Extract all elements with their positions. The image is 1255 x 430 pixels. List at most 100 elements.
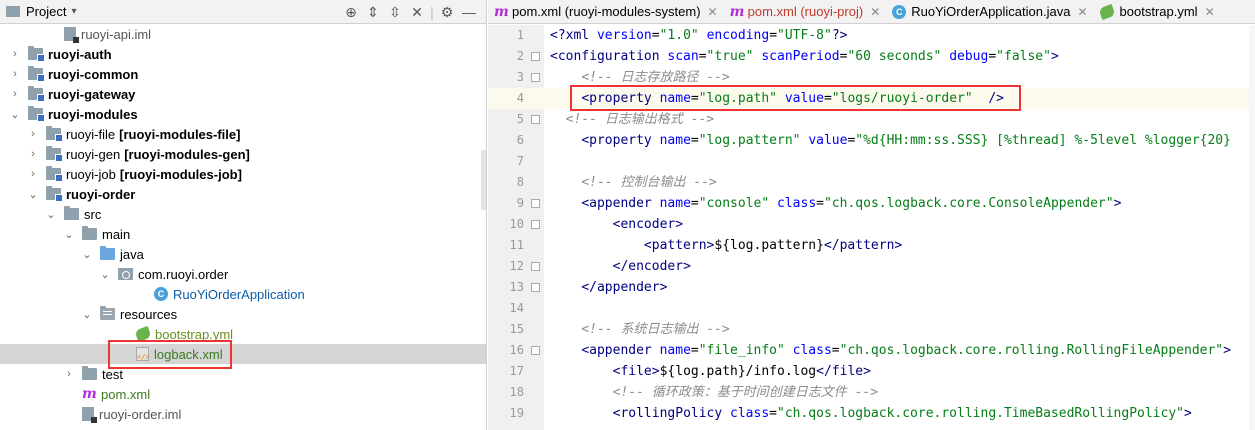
editor-tab[interactable]: C RuoYiOrderApplication.java ✕	[886, 0, 1093, 24]
editor-tab[interactable]: bootstrap.yml ✕	[1094, 0, 1221, 24]
tree-item[interactable]: ruoyi-api.iml	[0, 24, 486, 44]
minimize-icon[interactable]: —	[458, 4, 480, 20]
fold-marker-icon[interactable]	[531, 346, 540, 355]
tree-item[interactable]: › ruoyi-job [ruoyi-modules-job]	[0, 164, 486, 184]
tree-item[interactable]: › ruoyi-common	[0, 64, 486, 84]
tree-item[interactable]: ⌄ com.ruoyi.order	[0, 264, 486, 284]
tree-item-label: ruoyi-file	[66, 126, 116, 142]
line-number: 11	[509, 238, 524, 252]
code-token: =	[698, 49, 707, 64]
code-token: scanPeriod	[761, 49, 840, 64]
tree-item[interactable]: ⌄ main	[0, 224, 486, 244]
project-title[interactable]: Project	[26, 4, 66, 19]
chevron-right-icon[interactable]: ›	[26, 128, 40, 140]
code-line: <encoder>	[550, 214, 683, 235]
fold-marker-icon[interactable]	[531, 73, 540, 82]
fold-marker-icon[interactable]	[531, 52, 540, 61]
tree-item[interactable]: ruoyi-order.iml	[0, 404, 486, 424]
tree-item-label: ruoyi-modules	[48, 106, 138, 122]
module-folder-icon	[46, 126, 63, 142]
tree-item[interactable]: ⌄ ruoyi-modules	[0, 104, 486, 124]
code-line: <!-- 日志输出格式 -->	[550, 109, 714, 130]
close-icon[interactable]: ✕	[1205, 5, 1215, 19]
line-number: 13	[509, 280, 524, 294]
iml-file-icon	[82, 407, 97, 423]
editor-scrollbar[interactable]	[1249, 25, 1255, 430]
line-number: 5	[516, 112, 524, 126]
tree-item[interactable]: ⌄ ruoyi-order	[0, 184, 486, 204]
line-number: 19	[509, 406, 524, 420]
chevron-down-icon[interactable]: ⌄	[80, 248, 94, 261]
tree-item[interactable]: › ruoyi-gen [ruoyi-modules-gen]	[0, 144, 486, 164]
editor-tab[interactable]: m pom.xml (ruoyi-proj) ✕	[724, 0, 887, 24]
tree-item[interactable]: C RuoYiOrderApplication	[0, 284, 486, 304]
tab-label: pom.xml (ruoyi-modules-system)	[512, 4, 701, 19]
collapse-all-icon[interactable]: ⇳	[384, 4, 406, 21]
chevron-down-icon[interactable]: ⌄	[8, 108, 22, 121]
tree-item[interactable]: ⌄ resources	[0, 304, 486, 324]
tree-item[interactable]: bootstrap.yml	[0, 324, 486, 344]
tree-item[interactable]: › test	[0, 364, 486, 384]
chevron-down-icon[interactable]: ⌄	[98, 268, 112, 281]
code-token: class	[792, 343, 832, 358]
module-name-tag: [ruoyi-modules-job]	[119, 166, 242, 182]
code-line: <file>${log.path}/info.log</file>	[550, 361, 871, 382]
code-token: <file>	[612, 364, 660, 379]
code-token: class	[777, 196, 817, 211]
code-token: <pattern>	[643, 238, 715, 253]
editor-tab[interactable]: m pom.xml (ruoyi-modules-system) ✕	[488, 0, 724, 24]
tree-item[interactable]: › ruoyi-gateway	[0, 84, 486, 104]
gear-icon[interactable]: ⚙	[436, 4, 458, 21]
code-token: =	[831, 343, 840, 358]
code-token: <rollingPolicy	[612, 406, 731, 421]
fold-marker-icon[interactable]	[531, 220, 540, 229]
tree-item[interactable]: ⌄ src	[0, 204, 486, 224]
close-panel-icon[interactable]: ✕	[406, 4, 428, 21]
tree-item[interactable]: m pom.xml	[0, 384, 486, 404]
chevron-down-icon[interactable]: ▾	[71, 6, 76, 17]
fold-marker-icon[interactable]	[531, 199, 540, 208]
fold-marker-icon[interactable]	[531, 262, 540, 271]
code-token: <appender	[581, 343, 660, 358]
line-number: 8	[516, 175, 524, 189]
module-folder-icon	[46, 186, 63, 202]
tree-item-label: resources	[120, 306, 178, 322]
tree-item-label: com.ruoyi.order	[138, 266, 229, 282]
expand-all-icon[interactable]: ⇕	[362, 4, 384, 21]
project-scrollbar[interactable]	[481, 150, 486, 210]
close-icon[interactable]: ✕	[1077, 5, 1087, 19]
chevron-right-icon[interactable]: ›	[8, 68, 22, 80]
locate-icon[interactable]: ⊕	[340, 4, 362, 21]
tree-item[interactable]: ⌄ java	[0, 244, 486, 264]
code-token: >	[1113, 196, 1122, 211]
tree-item[interactable]: › ruoyi-auth	[0, 44, 486, 64]
maven-icon: m	[494, 3, 509, 20]
project-toolbar: ⊕ ⇕ ⇳ ✕ | ⚙ —	[340, 0, 480, 24]
module-folder-icon	[46, 166, 63, 182]
code-token: "1.0"	[659, 28, 707, 43]
code-token: <?	[550, 28, 566, 43]
module-name-tag: [ruoyi-modules-file]	[119, 126, 241, 142]
chevron-down-icon[interactable]: ⌄	[80, 308, 94, 321]
java-class-icon: C	[892, 4, 907, 19]
chevron-right-icon[interactable]: ›	[62, 368, 76, 380]
chevron-right-icon[interactable]: ›	[26, 148, 40, 160]
code-token: =	[816, 196, 824, 211]
fold-marker-icon[interactable]	[531, 283, 540, 292]
tree-item[interactable]: logback.xml	[0, 344, 486, 364]
chevron-right-icon[interactable]: ›	[26, 168, 40, 180]
chevron-down-icon[interactable]: ⌄	[44, 208, 58, 221]
chevron-down-icon[interactable]: ⌄	[62, 228, 76, 241]
close-icon[interactable]: ✕	[870, 5, 880, 19]
tree-item[interactable]: › ruoyi-file [ruoyi-modules-file]	[0, 124, 486, 144]
line-number: 14	[509, 301, 524, 315]
chevron-right-icon[interactable]: ›	[8, 48, 22, 60]
close-icon[interactable]: ✕	[708, 5, 718, 19]
chevron-right-icon[interactable]: ›	[8, 88, 22, 100]
chevron-down-icon[interactable]: ⌄	[26, 188, 40, 201]
fold-marker-icon[interactable]	[531, 115, 540, 124]
